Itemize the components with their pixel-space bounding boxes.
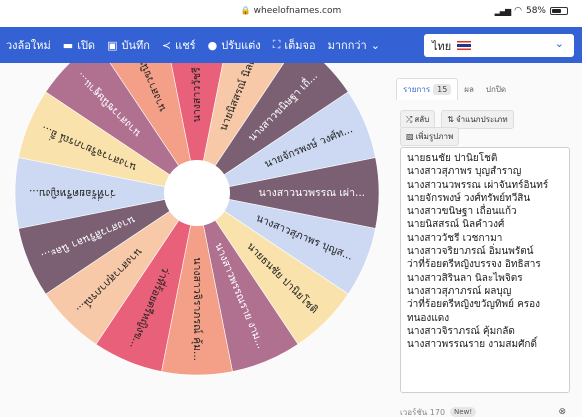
open-label: เปิด (77, 39, 96, 52)
entry-line: ว่าที่ร้อยตรีหญิงขวัญทิพย์ ครอง (407, 299, 541, 311)
tab-entries[interactable]: รายการ 15 (396, 78, 459, 100)
sort-label: จำแนกประเภท (455, 115, 508, 124)
entry-line: ว่าที่ร้อยตรีหญิงบรรจง อิทธิสาร (407, 259, 541, 271)
entry-line: นางสาวสิรินลา นิละไพจิตร (407, 272, 523, 284)
new-wheel-button[interactable]: วงล้อใหม่ (0, 27, 57, 63)
fullscreen-label: เต็มจอ (284, 39, 316, 52)
entry-line: นางสาวนวพรรณ เผ่าจันทร์อินทร์ (407, 179, 549, 191)
lock-icon: 🔒 (240, 6, 251, 15)
language-label: ไทย (432, 39, 452, 53)
name-wheel[interactable]: นางสาวนวพรรณ เผ่า...นางสาวสุภาพร บุญส...… (0, 63, 385, 417)
sort-icon: ⇅ (447, 115, 454, 124)
entries-count-badge: 15 (433, 84, 452, 95)
new-wheel-label: วงล้อใหม่ (6, 39, 51, 52)
panel-tabs: รายการ 15 ผล ปกปิด (396, 78, 512, 100)
share-icon: ≺ (161, 38, 172, 52)
folder-icon: ▬ (62, 38, 74, 52)
chevron-down-icon: ⌄ (554, 37, 564, 50)
system-icons: ▂▄▆ ◠ 58% (495, 6, 568, 16)
share-label: แชร์ (175, 39, 196, 52)
battery-icon (550, 7, 568, 15)
entry-line: นางสาววัชรี เวชกามา (407, 232, 503, 244)
close-icon[interactable]: ⊗ (558, 407, 566, 417)
entries-panel: รายการ 15 ผล ปกปิด ⤮ สลับ ⇅ จำแนกประเภท ▨ เพ… (390, 63, 582, 417)
wheel-segment-label: ว่าที่ร้อยตรีหญิงบ... (29, 187, 116, 201)
chevron-down-icon: ⌄ (370, 38, 380, 52)
fullscreen-button[interactable]: ⛶ เต็มจอ (267, 27, 322, 63)
version-bar: เวอร์ชัน 170 New! ⊗ (400, 405, 570, 417)
version-text: เวอร์ชัน 170 (400, 407, 446, 417)
image-actions: ▨ เพิ่มรูปภาพ (400, 127, 460, 146)
entries-textarea[interactable]: นายธนชัย ปานิยโชติ นางสาวสุภาพร บุญสำราญน… (400, 147, 570, 393)
tab-hidden[interactable]: ปกปิด (480, 79, 512, 100)
tab-results[interactable]: ผล (458, 79, 480, 100)
entry-line: นายจักรพงษ์ วงศ์ทรัพย์ทวีสิน (407, 192, 531, 204)
entry-line: นางสาวสุภาพร บุญสำราญ (407, 166, 522, 178)
save-label: บันทึก (121, 39, 150, 52)
tab-hidden-label: ปกปิด (485, 84, 507, 94)
open-button[interactable]: ▬ เปิด (57, 27, 101, 63)
shuffle-label: สลับ (414, 115, 430, 124)
add-image-label: เพิ่มรูปภาพ (415, 132, 454, 141)
entry-line: นายธนชัย ปานิยโชติ (407, 153, 498, 164)
entry-line: นายนิสสรณ์ นิลคำวงศ์ (407, 219, 505, 231)
customize-label: ปรับแต่ง (221, 39, 261, 52)
thai-flag-icon (457, 41, 472, 50)
signal-icon: ▂▄▆ (494, 6, 512, 16)
new-badge: New! (450, 407, 477, 417)
wheel-segment-label: นางสาววัชรี เวชกา... (190, 63, 203, 122)
save-button[interactable]: ▣ บันทึก (101, 27, 156, 63)
tab-entries-label: รายการ (403, 85, 431, 94)
status-bar: 🔒 wheelofnames.com ▂▄▆ ◠ 58% (0, 0, 582, 27)
entry-line: นางสาวจิราภรณ์ คุ้มกลัด (407, 325, 515, 337)
share-button[interactable]: ≺ แชร์ (156, 27, 202, 63)
fullscreen-icon: ⛶ (272, 38, 281, 51)
shuffle-icon: ⤮ (406, 114, 413, 124)
save-icon: ▣ (107, 38, 118, 52)
add-image-button[interactable]: ▨ เพิ่มรูปภาพ (400, 127, 460, 146)
entry-line: นางสาวสุภาภรณ์ ผลบุญ (407, 285, 512, 297)
url-text: wheelofnames.com (253, 6, 342, 16)
wheel-canvas[interactable]: นางสาวนวพรรณ เผ่า... นางสาวสุภาพร บุญส...… (0, 63, 385, 417)
wifi-icon: ◠ (514, 6, 522, 16)
customize-button[interactable]: ● ปรับแต่ง (202, 27, 267, 63)
more-button[interactable]: มากกว่า ⌄ (322, 27, 386, 63)
battery-percent: 58% (525, 6, 546, 16)
entry-line: นางสาวขนิษฐา เถื่อนแก้ว (407, 206, 517, 218)
more-label: มากกว่า (327, 39, 367, 52)
entry-line: ทนองแดง (407, 312, 450, 324)
entry-line: นางสาวพรรณราย งามสมศักดิ์ (407, 339, 537, 351)
wheel-hub[interactable] (164, 160, 230, 226)
language-select[interactable]: ไทย ⌄ (424, 34, 574, 57)
wheel-segment-label: นางสาวจิราภรณ์ คุ้ม... (191, 257, 204, 361)
image-icon: ▨ (406, 132, 414, 141)
wheel-segment-label: นางสาวนวพรรณ เผ่า... (259, 187, 365, 199)
palette-icon: ● (207, 38, 218, 52)
entry-line: นางสาวจริยาภรณ์ อิ่มนพรัตน์ (407, 246, 534, 258)
tab-results-label: ผล (464, 84, 474, 94)
